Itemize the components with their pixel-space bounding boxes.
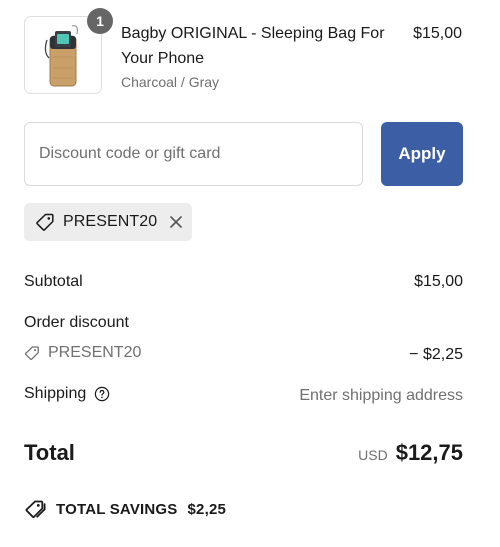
discount-code-input[interactable]: [24, 122, 363, 186]
order-discount-code: PRESENT20: [24, 344, 141, 362]
tag-icon: [24, 346, 39, 361]
close-icon: [170, 216, 183, 228]
shipping-label: Shipping: [24, 385, 87, 402]
subtotal-value: $15,00: [414, 273, 463, 290]
total-savings: TOTAL SAVINGS $2,25: [24, 499, 226, 519]
tag-icon: [36, 213, 54, 231]
subtotal-label: Subtotal: [24, 273, 83, 290]
total-value: $12,75: [395, 440, 463, 465]
currency-code: USD: [358, 447, 388, 463]
shipping-value: Enter shipping address: [299, 387, 463, 404]
product-price: $15,00: [413, 25, 462, 42]
help-icon[interactable]: [94, 386, 110, 402]
total-label: Total: [24, 440, 75, 465]
order-discount-label: Order discount: [24, 314, 129, 331]
quantity-badge: 1: [87, 8, 113, 34]
applied-discount-code: PRESENT20: [63, 213, 158, 230]
shipping-row: Shipping: [24, 385, 110, 403]
phone-sleeping-bag-image: [44, 25, 79, 87]
applied-discount-chip: PRESENT20: [24, 203, 192, 241]
product-thumbnail: 1: [24, 8, 113, 94]
order-discount-code-label: PRESENT20: [48, 344, 142, 361]
remove-discount-button[interactable]: [167, 213, 185, 231]
order-discount-value: − $2,25: [409, 346, 463, 363]
total-amount: USD $12,75: [358, 440, 463, 466]
product-name: Bagby ORIGINAL - Sleeping Bag For Your P…: [121, 25, 385, 67]
total-savings-label: TOTAL SAVINGS: [56, 500, 178, 518]
cart-line-item: 1 Bagby ORIGINAL - Sleeping Bag For Your…: [24, 8, 464, 96]
savings-tag-icon: [25, 500, 46, 518]
product-variant: Charcoal / Gray: [121, 74, 220, 90]
total-savings-value: $2,25: [187, 500, 227, 518]
apply-button[interactable]: Apply: [381, 122, 463, 186]
